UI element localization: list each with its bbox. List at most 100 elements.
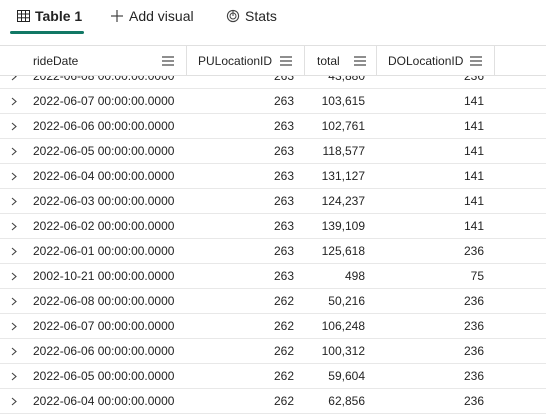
results-tab-bar: Table 1 Add visual Stats [0, 0, 546, 40]
query-results-pane: Table 1 Add visual Stats rideDate PULoca… [0, 0, 546, 415]
cell-ridedate: 2022-06-07 00:00:00.0000 [33, 94, 175, 108]
cell-dolocationid: 236 [463, 75, 484, 83]
expand-row-chevron-icon[interactable] [9, 214, 19, 238]
table-row[interactable]: 2022-06-08 00:00:00.0000 262 50,216 236 [0, 289, 546, 314]
cell-pulocationid: 262 [273, 319, 294, 333]
cell-total: 100,312 [321, 344, 365, 358]
cell-total: 124,237 [321, 194, 365, 208]
cell-ridedate: 2022-06-04 00:00:00.0000 [33, 394, 175, 408]
cell-dolocationid: 141 [463, 219, 484, 233]
cell-ridedate: 2022-06-08 00:00:00.0000 [33, 75, 175, 83]
cell-total: 102,761 [321, 119, 365, 133]
expand-row-chevron-icon[interactable] [9, 339, 19, 363]
expand-row-chevron-icon[interactable] [9, 139, 19, 163]
column-header-dolocationid[interactable]: DOLocationID [377, 46, 495, 75]
cell-pulocationid: 263 [273, 75, 294, 83]
cell-total: 118,577 [322, 144, 366, 158]
cell-total: 43,880 [328, 75, 365, 83]
expand-row-chevron-icon[interactable] [9, 264, 19, 288]
grid-body: 2022-06-08 00:00:00.0000 263 43,880 236 2022… [0, 75, 546, 415]
cell-total: 125,618 [321, 244, 365, 258]
cell-ridedate: 2022-06-04 00:00:00.0000 [33, 169, 175, 183]
table-row[interactable]: 2022-06-04 00:00:00.0000 263 131,127 141 [0, 164, 546, 189]
cell-pulocationid: 262 [273, 369, 294, 383]
cell-ridedate: 2002-10-21 00:00:00.0000 [33, 269, 175, 283]
cell-dolocationid: 141 [463, 194, 484, 208]
cell-ridedate: 2022-06-06 00:00:00.0000 [33, 119, 175, 133]
column-menu-icon[interactable] [470, 55, 482, 67]
expand-row-chevron-icon[interactable] [9, 289, 19, 313]
cell-ridedate: 2022-06-06 00:00:00.0000 [33, 344, 175, 358]
cell-dolocationid: 236 [463, 394, 484, 408]
column-header-label: DOLocationID [388, 53, 464, 68]
column-header-label: total [317, 53, 340, 68]
add-visual-label: Add visual [129, 8, 194, 24]
expand-row-chevron-icon[interactable] [9, 75, 19, 88]
column-menu-icon[interactable] [354, 55, 366, 67]
cell-ridedate: 2022-06-08 00:00:00.0000 [33, 294, 175, 308]
table-row[interactable]: 2022-06-03 00:00:00.0000 263 124,237 141 [0, 189, 546, 214]
column-menu-icon[interactable] [162, 55, 174, 67]
cell-total: 498 [344, 269, 365, 283]
table-row[interactable]: 2022-06-02 00:00:00.0000 263 139,109 141 [0, 214, 546, 239]
cell-ridedate: 2022-06-05 00:00:00.0000 [33, 369, 175, 383]
table-row[interactable]: 2022-06-07 00:00:00.0000 263 103,615 141 [0, 89, 546, 114]
grid-header: rideDate PULocationID total DOLocationID [0, 45, 546, 76]
expand-row-chevron-icon[interactable] [9, 114, 19, 138]
cell-dolocationid: 236 [463, 344, 484, 358]
active-tab-indicator [10, 31, 84, 34]
cell-ridedate: 2022-06-05 00:00:00.0000 [33, 144, 175, 158]
tab-table-1[interactable]: Table 1 [16, 0, 82, 32]
column-header-label: rideDate [33, 53, 79, 68]
cell-dolocationid: 141 [463, 94, 484, 108]
tab-table-1-label: Table 1 [35, 8, 83, 24]
table-row[interactable]: 2022-06-06 00:00:00.0000 263 102,761 141 [0, 114, 546, 139]
table-row[interactable]: 2022-06-07 00:00:00.0000 262 106,248 236 [0, 314, 546, 339]
expand-row-chevron-icon[interactable] [9, 164, 19, 188]
table-row[interactable]: 2022-06-01 00:00:00.0000 263 125,618 236 [0, 239, 546, 264]
column-menu-icon[interactable] [280, 55, 292, 67]
cell-total: 139,109 [321, 219, 365, 233]
cell-pulocationid: 262 [273, 394, 294, 408]
cell-dolocationid: 141 [463, 119, 484, 133]
cell-dolocationid: 141 [463, 169, 484, 183]
cell-dolocationid: 236 [463, 369, 484, 383]
cell-dolocationid: 236 [463, 244, 484, 258]
table-row[interactable]: 2022-06-08 00:00:00.0000 263 43,880 236 [0, 75, 546, 89]
cell-pulocationid: 262 [273, 294, 294, 308]
cell-total: 131,127 [321, 169, 365, 183]
table-row[interactable]: 2022-06-05 00:00:00.0000 262 59,604 236 [0, 364, 546, 389]
add-visual-button[interactable]: Add visual [110, 0, 194, 32]
expand-row-chevron-icon[interactable] [9, 364, 19, 388]
expand-row-chevron-icon[interactable] [9, 239, 19, 263]
cell-pulocationid: 263 [273, 269, 294, 283]
column-header-ridedate[interactable]: rideDate [10, 46, 187, 75]
stats-button[interactable]: Stats [226, 0, 277, 32]
cell-total: 62,856 [328, 394, 365, 408]
cell-dolocationid: 236 [463, 294, 484, 308]
cell-pulocationid: 263 [273, 94, 294, 108]
plus-icon [110, 9, 124, 23]
cell-total: 106,248 [321, 319, 365, 333]
cell-ridedate: 2022-06-01 00:00:00.0000 [33, 244, 175, 258]
column-header-pulocationid[interactable]: PULocationID [187, 46, 305, 75]
cell-ridedate: 2022-06-07 00:00:00.0000 [33, 319, 175, 333]
expand-row-chevron-icon[interactable] [9, 389, 19, 413]
cell-dolocationid: 75 [470, 269, 484, 283]
cell-dolocationid: 236 [463, 319, 484, 333]
cell-total: 103,615 [321, 94, 365, 108]
stats-icon [226, 9, 240, 23]
table-row[interactable]: 2022-06-04 00:00:00.0000 262 62,856 236 [0, 389, 546, 414]
cell-dolocationid: 141 [463, 144, 484, 158]
cell-total: 50,216 [328, 294, 365, 308]
column-header-total[interactable]: total [305, 46, 377, 75]
expand-row-chevron-icon[interactable] [9, 314, 19, 338]
table-row[interactable]: 2022-06-06 00:00:00.0000 262 100,312 236 [0, 339, 546, 364]
cell-ridedate: 2022-06-03 00:00:00.0000 [33, 194, 175, 208]
stats-label: Stats [245, 8, 277, 24]
table-row[interactable]: 2002-10-21 00:00:00.0000 263 498 75 [0, 264, 546, 289]
table-row[interactable]: 2022-06-05 00:00:00.0000 263 118,577 141 [0, 139, 546, 164]
expand-row-chevron-icon[interactable] [9, 189, 19, 213]
cell-pulocationid: 262 [273, 344, 294, 358]
expand-row-chevron-icon[interactable] [9, 89, 19, 113]
